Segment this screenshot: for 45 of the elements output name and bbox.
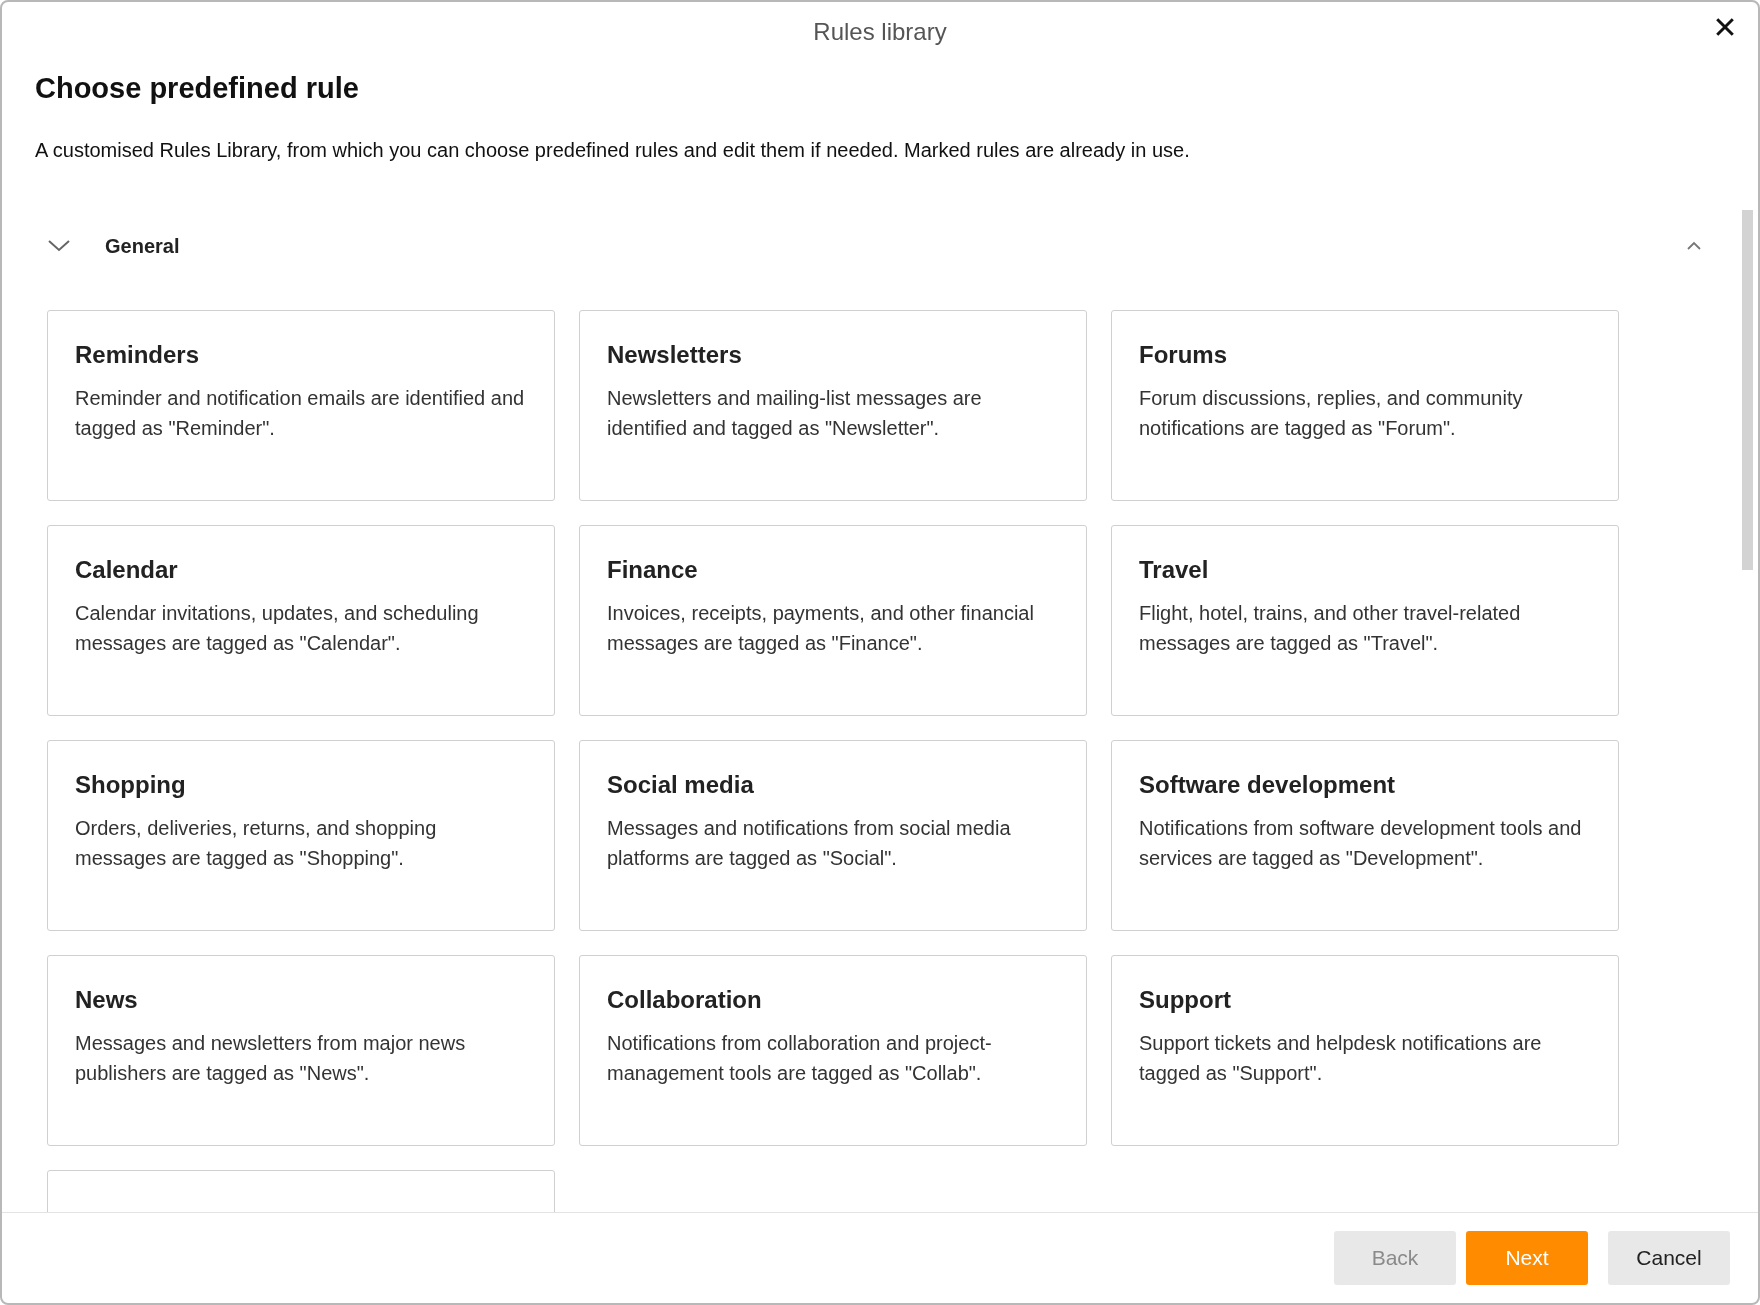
rule-description: Notifications from software development tools and services are tagged as "Development". (1139, 816, 1583, 871)
rule-description: Messages and newsletters from major news publishers are tagged as "News". (75, 1031, 467, 1086)
rule-card[interactable]: News Messages and newsletters from major news publishers are tagged as "News". (47, 955, 555, 1146)
rule-description: Notifications from collaboration and project-management tools are tagged as "Collab". (607, 1031, 993, 1086)
rule-description: Support tickets and helpdesk notifications are tagged as "Support". (1139, 1031, 1543, 1086)
collapse-caret-icon[interactable] (1686, 241, 1702, 251)
rule-title: Newsletters (607, 341, 743, 369)
section-label: General (105, 234, 181, 258)
rule-title: Calendar (75, 556, 179, 584)
rule-card[interactable]: Newsletters Newsletters and mailing-list messages are identified and tagged as "Newsletter". (579, 310, 1087, 501)
rule-title: Shopping (75, 771, 187, 799)
window-title: Rules library (813, 18, 947, 46)
rule-description: Flight, hotel, trains, and other travel-related messages are tagged as "Travel". (1139, 601, 1522, 656)
rule-card[interactable]: Social media Messages and notifications from social media platforms are tagged as "Social". (579, 740, 1087, 931)
rule-card[interactable]: Reminders Reminder and notification emails are identified and tagged as "Reminder". (47, 310, 555, 501)
rule-title: Support (1139, 986, 1232, 1014)
close-icon[interactable] (1716, 18, 1734, 36)
rule-description: Forum discussions, replies, and community notifications are tagged as "Forum". (1139, 386, 1524, 441)
description-text: A customised Rules Library, from which you can choose predefined rules and edit them if needed. Marked rules are already in use. (35, 139, 1191, 162)
rule-title: News (75, 986, 139, 1014)
rule-title: Finance (607, 556, 699, 584)
rule-card[interactable]: Travel Flight, hotel, trains, and other travel-related messages are tagged as "Travel". (1111, 525, 1619, 716)
rule-card[interactable]: Collaboration Notifications from collaboration and project-management tools are tagged as "Collab". (579, 955, 1087, 1146)
rule-card[interactable]: Shopping Orders, deliveries, returns, and shopping messages are tagged as "Shopping". (47, 740, 555, 931)
rule-card[interactable]: Software development Notifications from software development tools and services are tagged as "Development". (1111, 740, 1619, 931)
rule-title: Forums (1139, 341, 1228, 369)
rule-card[interactable]: Calendar Calendar invitations, updates, and scheduling messages are tagged as "Calendar". (47, 525, 555, 716)
rule-description: Newsletters and mailing-list messages are identified and tagged as "Newsletter". (607, 386, 983, 441)
rule-card[interactable]: Forums Forum discussions, replies, and community notifications are tagged as "Forum". (1111, 310, 1619, 501)
rule-title: Software development (1139, 771, 1397, 799)
dialog-heading: Choose predefined rule (35, 72, 360, 105)
rule-card[interactable]: Support Support tickets and helpdesk notifications are tagged as "Support". (1111, 955, 1619, 1146)
chevron-icon[interactable] (47, 239, 71, 253)
rule-description: Calendar invitations, updates, and scheduling messages are tagged as "Calendar". (75, 601, 480, 656)
rule-title: Travel (1139, 556, 1210, 584)
dialog-button[interactable]: Cancel (1608, 1231, 1730, 1285)
rule-title: Social media (607, 771, 755, 799)
rule-description: Orders, deliveries, returns, and shopping messages are tagged as "Shopping". (75, 816, 438, 871)
rule-description: Messages and notifications from social media platforms are tagged as "Social". (607, 816, 1012, 871)
rule-title: Collaboration (607, 986, 763, 1014)
scrollbar-thumb[interactable] (1742, 210, 1753, 570)
rule-description: Reminder and notification emails are identified and tagged as "Reminder". (75, 386, 526, 441)
rule-card[interactable]: Finance Invoices, receipts, payments, and other financial messages are tagged as "Finance". (579, 525, 1087, 716)
rule-description: Invoices, receipts, payments, and other financial messages are tagged as "Finance". (607, 601, 1035, 656)
rule-title: Reminders (75, 341, 201, 369)
